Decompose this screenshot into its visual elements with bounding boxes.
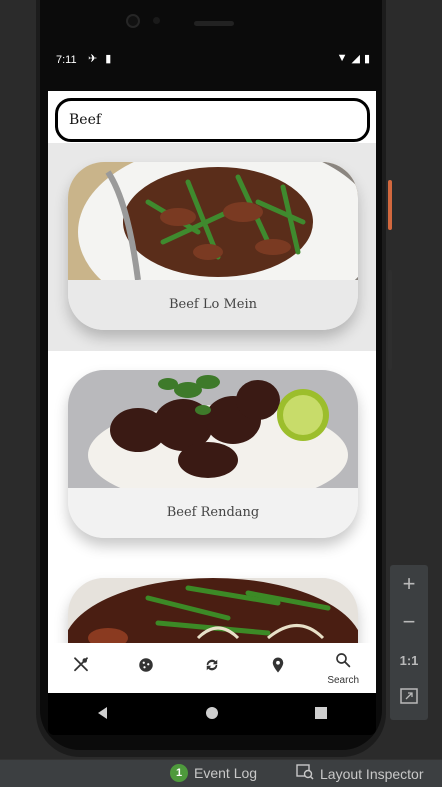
location-pin-icon [269, 656, 287, 678]
home-button[interactable] [197, 699, 227, 729]
actual-size-button[interactable]: 1:1 [390, 641, 428, 679]
fit-screen-button[interactable] [390, 679, 428, 717]
bottom-navigation: Search [48, 643, 376, 693]
nav-item-recipes[interactable] [48, 643, 114, 693]
recipe-image [68, 578, 358, 643]
zoom-out-button[interactable]: − [390, 603, 428, 641]
power-button[interactable] [388, 180, 392, 230]
list-item [48, 559, 376, 643]
fit-screen-icon [400, 687, 418, 709]
event-log-label: Event Log [194, 765, 258, 781]
recipe-list[interactable]: Beef Lo Mein Beef Rendang [48, 143, 376, 643]
front-camera [126, 14, 140, 28]
recipe-card[interactable] [68, 578, 358, 643]
ide-status-bar: 1 Event Log Layout Inspector [0, 759, 442, 787]
zoom-in-button[interactable]: + [390, 565, 428, 603]
nav-item-refresh[interactable] [179, 643, 245, 693]
nav-item-cookie[interactable] [114, 643, 180, 693]
search-input[interactable] [55, 98, 370, 142]
refresh-icon [203, 656, 221, 678]
utensils-icon [72, 656, 90, 678]
signal-icon: ◢ [351, 53, 360, 65]
recipe-image [68, 162, 358, 280]
search-bar [48, 91, 376, 143]
volume-button[interactable] [388, 270, 392, 370]
wifi-icon: ▼ [336, 52, 348, 64]
status-bar: 7:11 ✈ ▮ ▼ ◢ ▮ [48, 48, 376, 74]
search-icon [334, 651, 352, 673]
recipe-card[interactable]: Beef Lo Mein [68, 162, 358, 330]
recents-square-icon [314, 705, 328, 724]
nav-item-search[interactable]: Search [310, 643, 376, 693]
recipe-card[interactable]: Beef Rendang [68, 370, 358, 538]
app-screen: Beef Lo Mein [48, 91, 376, 693]
sensor [153, 17, 160, 24]
system-navigation [48, 693, 376, 735]
status-right-icons: ▼ ◢ ▮ [337, 52, 370, 65]
layout-inspector-label: Layout Inspector [320, 765, 424, 782]
nav-label: Search [327, 674, 360, 686]
recipe-title: Beef Rendang [68, 488, 358, 538]
emulator-tool-panel: + − 1:1 [390, 565, 428, 720]
earpiece-speaker [194, 21, 234, 26]
event-count-badge: 1 [170, 764, 188, 782]
recipe-title: Beef Lo Mein [68, 280, 358, 330]
nav-item-location[interactable] [245, 643, 311, 693]
battery-icon: ▮ [363, 53, 370, 65]
sd-card-icon: ▮ [105, 53, 112, 65]
back-triangle-icon [96, 705, 110, 724]
layout-inspector-icon [296, 764, 314, 783]
back-button[interactable] [88, 699, 118, 729]
airplane-icon: ✈ [88, 53, 98, 65]
event-log-button[interactable]: 1 Event Log [170, 764, 257, 782]
status-time: 7:11 [56, 54, 77, 66]
list-item: Beef Rendang [48, 351, 376, 559]
list-item: Beef Lo Mein [48, 143, 376, 351]
recents-button[interactable] [306, 699, 336, 729]
status-left-icons: ✈ ▮ [88, 52, 111, 65]
home-circle-icon [205, 705, 219, 724]
layout-inspector-button[interactable]: Layout Inspector [296, 764, 424, 783]
recipe-image [68, 370, 358, 488]
cookie-icon [137, 656, 155, 678]
